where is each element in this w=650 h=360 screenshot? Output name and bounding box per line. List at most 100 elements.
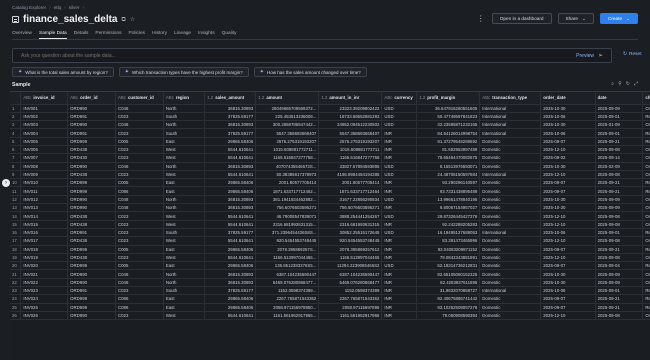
table-cell[interactable]: C048 — [115, 278, 164, 288]
table-cell[interactable]: INR — [381, 294, 418, 304]
table-cell[interactable]: 24.48706150597684 — [416, 170, 481, 180]
table-cell[interactable]: South — [163, 112, 206, 122]
tab-history[interactable]: History — [152, 31, 167, 39]
table-cell[interactable]: 2025-10-30 — [540, 278, 596, 288]
table-cell[interactable]: Domestic — [479, 236, 542, 246]
table-cell[interactable]: 2025-10-30 — [540, 195, 596, 205]
table-cell[interactable]: ORD438 — [67, 253, 116, 263]
table-cell[interactable]: 29865.58406 — [204, 186, 257, 196]
table-cell[interactable]: USD — [381, 120, 418, 130]
table-cell[interactable]: 6387.104235590447 — [318, 269, 383, 279]
table-cell[interactable]: North — [163, 104, 206, 113]
table-cell[interactable]: Domestic — [479, 245, 542, 254]
table-cell[interactable]: 1152.0598374399 — [318, 286, 383, 296]
table-cell[interactable]: Retail — [642, 137, 650, 147]
table-row[interactable]: 19 INV019 ORD438 C023 West 5544.610641 1166.51… — [10, 253, 650, 263]
table-cell[interactable]: 29865.58406 — [204, 137, 257, 147]
table-cell[interactable]: C048 — [115, 162, 164, 171]
table-cell[interactable]: INR — [381, 311, 418, 321]
tab-policies[interactable]: Policies — [129, 31, 146, 39]
table-cell[interactable]: 40707435546673S... — [255, 162, 320, 171]
table-cell[interactable]: C048 — [115, 104, 164, 113]
column-header[interactable]: 1.2 sales_amount — [204, 92, 257, 105]
table-cell[interactable]: ORD991 — [67, 228, 116, 238]
table-cell[interactable]: ORD990 — [67, 162, 116, 171]
table-row[interactable]: 16 INV016 ORD991 C023 South 37825.59177 371.23… — [10, 228, 650, 238]
table-row[interactable]: 25 INV025 ORD999 C086 East 29865.58406 2058.97… — [10, 303, 650, 312]
table-cell[interactable]: 24952.094512230502 — [318, 120, 383, 130]
table-cell[interactable]: USD — [381, 261, 418, 271]
table-row[interactable]: 9 INV009 ORD438 C023 West 5544.610641 50.38385… — [10, 170, 650, 180]
table-cell[interactable]: INR — [381, 186, 418, 196]
table-cell[interactable]: INV002 — [20, 112, 69, 122]
table-cell[interactable]: 81.682953997489 — [416, 145, 481, 155]
table-cell[interactable]: 1871.633717712462... — [255, 186, 320, 196]
table-cell[interactable]: 37825.59177 — [204, 286, 257, 296]
table-cell[interactable]: Retail — [642, 286, 650, 296]
table-cell[interactable]: INV005 — [20, 137, 69, 147]
table-cell[interactable]: 2025-02-09 — [595, 162, 644, 171]
table-row[interactable]: 20 INV020 ORD999 C005 East 29865.58406 135.851… — [10, 261, 650, 271]
table-cell[interactable]: East — [163, 303, 206, 312]
table-cell[interactable]: 36.647916260551605 — [416, 104, 481, 113]
table-cell[interactable]: 37825.59177 — [204, 112, 257, 122]
table-cell[interactable]: Online — [642, 203, 650, 213]
table-row[interactable]: 8 INV008 ORD990 C048 North 36815.30893 4070743… — [10, 162, 650, 171]
table-row[interactable]: 26 INV026 ORD990 C023 West 5544.610641 1161.56… — [10, 311, 650, 321]
table-cell[interactable]: Domestic — [479, 303, 542, 312]
table-cell[interactable]: South — [163, 286, 206, 296]
table-cell[interactable]: INR — [381, 269, 418, 279]
table-cell[interactable]: 2025-09-08 — [595, 170, 644, 180]
column-header[interactable]: ABc order_id — [67, 92, 116, 105]
table-cell[interactable]: 2025-09-08 — [595, 211, 644, 221]
table-cell[interactable]: INV013 — [20, 203, 69, 213]
suggestion-profit-margin-types[interactable]: ✦ Which transaction types have the highes… — [118, 67, 249, 77]
table-cell[interactable]: 2001.80577705414 — [255, 178, 320, 188]
column-header[interactable]: 1.2 profit_margin — [416, 92, 481, 105]
table-cell[interactable]: INV015 — [20, 220, 69, 229]
table-row[interactable]: 14 INV014 ORD438 C023 West 5544.610641 46.7900… — [10, 211, 650, 221]
table-cell[interactable]: 2267.765871543362 — [255, 294, 320, 304]
table-cell[interactable]: 5544.610641 — [204, 253, 257, 263]
table-cell[interactable]: 5544.610641 — [204, 311, 257, 321]
table-row[interactable]: 18 INV018 ORD999 C005 East 29865.58406 2078.39… — [10, 245, 650, 254]
table-cell[interactable]: 79.0842343881991 — [416, 253, 481, 263]
table-cell[interactable]: 2025-12-10 — [540, 220, 596, 229]
table-cell[interactable]: 2025-09-01 — [595, 286, 644, 296]
table-cell[interactable]: 2025-09-09 — [595, 269, 644, 279]
table-cell[interactable]: C086 — [115, 294, 164, 304]
table-cell[interactable]: 2001.80577705414 — [318, 178, 383, 188]
table-row[interactable]: 15 INV015 ORD438 C023 West 5544.610641 2316.68… — [10, 220, 650, 229]
table-cell[interactable]: 2025-09-21 — [595, 294, 644, 304]
table-row[interactable]: 11 INV011 ORD999 C086 East 29865.58406 1871.63… — [10, 186, 650, 196]
table-cell[interactable]: 225.453513236009... — [255, 112, 320, 122]
table-cell[interactable]: 2025-10-06 — [540, 286, 596, 296]
table-cell[interactable]: 2025-12-10 — [540, 311, 596, 321]
table-cell[interactable]: 91.37279548289592 — [416, 137, 481, 147]
table-cell[interactable]: ORD990 — [67, 311, 116, 321]
table-cell[interactable]: C086 — [115, 186, 164, 196]
table-cell[interactable]: 2576.275319193207 — [318, 137, 383, 147]
table-cell[interactable]: 31.9832070858727 — [416, 286, 481, 296]
table-cell[interactable]: C023 — [115, 128, 164, 138]
table-cell[interactable]: 5544.610641 — [204, 170, 257, 180]
table-cell[interactable]: 2025-09-14 — [595, 153, 644, 163]
table-cell[interactable]: INV026 — [20, 311, 69, 321]
table-cell[interactable]: 93.10252508057278 — [416, 303, 481, 312]
table-cell[interactable]: 2025-12-10 — [540, 236, 596, 246]
table-cell[interactable]: 2078.395869257S... — [255, 245, 320, 254]
table-row[interactable]: 23 INV023 ORD991 C023 South 37825.59177 1152.0… — [10, 286, 650, 296]
table-cell[interactable]: INV003 — [20, 120, 69, 130]
table-cell[interactable]: 1166.513997044465... — [255, 253, 320, 263]
table-cell[interactable]: INV025 — [20, 303, 69, 312]
table-cell[interactable]: ORD438 — [67, 236, 116, 246]
table-cell[interactable]: 6469.076280868477... — [255, 278, 320, 288]
table-cell[interactable]: INV009 — [20, 170, 69, 180]
table-cell[interactable]: ORD438 — [67, 145, 116, 155]
table-cell[interactable]: 2025-09-08 — [595, 311, 644, 321]
table-cell[interactable]: C023 — [115, 170, 164, 180]
table-cell[interactable]: South — [163, 128, 206, 138]
table-cell[interactable]: 36815.30893 — [204, 120, 257, 130]
table-cell[interactable]: C048 — [115, 203, 164, 213]
tab-overview[interactable]: Overview — [12, 31, 32, 39]
